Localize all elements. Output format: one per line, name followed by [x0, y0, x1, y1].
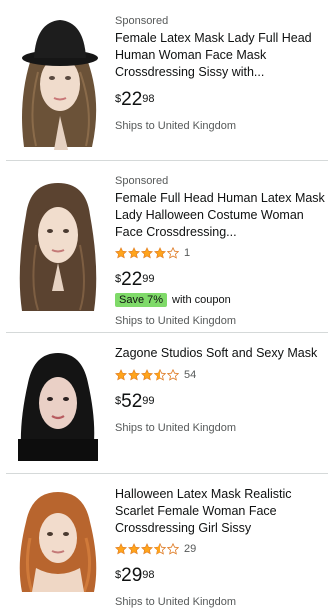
search-results-list: Sponsored Female Latex Mask Lady Full He…	[0, 0, 334, 608]
shipping-info: Ships to United Kingdom	[115, 422, 237, 434]
result-card-2[interactable]: Sponsored Female Full Head Human Latex M…	[0, 161, 334, 332]
result-info-4: Halloween Latex Mask Realistic Scarlet F…	[115, 486, 329, 608]
price-fraction: 98	[142, 93, 155, 105]
star-full-icon	[115, 369, 127, 381]
star-half-icon	[154, 543, 166, 555]
sponsored-label: Sponsored	[115, 15, 169, 27]
result-info-2: Sponsored Female Full Head Human Latex M…	[115, 174, 329, 327]
star-half-icon	[154, 369, 166, 381]
star-rating[interactable]: 29	[115, 541, 329, 557]
price-whole: 52	[121, 391, 143, 412]
sponsored-label: Sponsored	[115, 175, 169, 187]
star-full-icon	[115, 543, 127, 555]
star-full-icon	[154, 247, 166, 259]
black-hair-mask-image[interactable]	[8, 347, 106, 461]
rating-count[interactable]: 29	[184, 543, 196, 555]
product-title[interactable]: Female Full Head Human Latex Mask Lady H…	[115, 190, 329, 241]
product-price: $ 29 98	[115, 565, 329, 587]
star-full-icon	[128, 369, 140, 381]
black-hat-latex-mask-image[interactable]	[8, 12, 106, 150]
star-full-icon	[141, 369, 153, 381]
result-info-3: Zagone Studios Soft and Sexy Mask 54 $ 5…	[115, 345, 329, 434]
result-card-4[interactable]: Halloween Latex Mask Realistic Scarlet F…	[0, 474, 334, 608]
result-card-1[interactable]: Sponsored Female Latex Mask Lady Full He…	[0, 0, 334, 160]
coupon-badge: Save 7%	[115, 293, 168, 307]
rating-count[interactable]: 1	[184, 247, 190, 259]
brown-hair-latex-mask-image[interactable]	[8, 175, 106, 315]
shipping-info: Ships to United Kingdom	[115, 315, 237, 327]
star-empty-icon	[167, 247, 179, 259]
star-full-icon	[141, 247, 153, 259]
shipping-info: Ships to United Kingdom	[115, 120, 237, 132]
product-price: $ 52 99	[115, 391, 329, 413]
star-rating[interactable]: 1	[115, 245, 329, 261]
result-info-1: Sponsored Female Latex Mask Lady Full He…	[115, 14, 329, 132]
price-fraction: 98	[142, 569, 155, 581]
star-full-icon	[141, 543, 153, 555]
star-rating[interactable]: 54	[115, 367, 329, 383]
star-full-icon	[128, 543, 140, 555]
product-title[interactable]: Halloween Latex Mask Realistic Scarlet F…	[115, 486, 329, 537]
price-whole: 29	[121, 565, 143, 586]
product-title[interactable]: Zagone Studios Soft and Sexy Mask	[115, 345, 329, 362]
result-card-3[interactable]: Zagone Studios Soft and Sexy Mask 54 $ 5…	[0, 333, 334, 473]
price-whole: 22	[121, 269, 143, 290]
star-empty-icon	[167, 543, 179, 555]
price-whole: 22	[121, 89, 143, 110]
star-full-icon	[128, 247, 140, 259]
star-full-icon	[115, 247, 127, 259]
coupon-row[interactable]: Save 7% with coupon	[115, 293, 329, 307]
red-hair-mask-image[interactable]	[8, 488, 106, 592]
star-empty-icon	[167, 369, 179, 381]
rating-count[interactable]: 54	[184, 369, 196, 381]
shipping-info: Ships to United Kingdom	[115, 596, 237, 608]
price-fraction: 99	[142, 395, 155, 407]
product-title[interactable]: Female Latex Mask Lady Full Head Human W…	[115, 30, 329, 81]
price-fraction: 99	[142, 273, 155, 285]
product-price: $ 22 98	[115, 89, 329, 111]
coupon-text: with coupon	[172, 294, 231, 306]
product-price: $ 22 99	[115, 269, 329, 291]
